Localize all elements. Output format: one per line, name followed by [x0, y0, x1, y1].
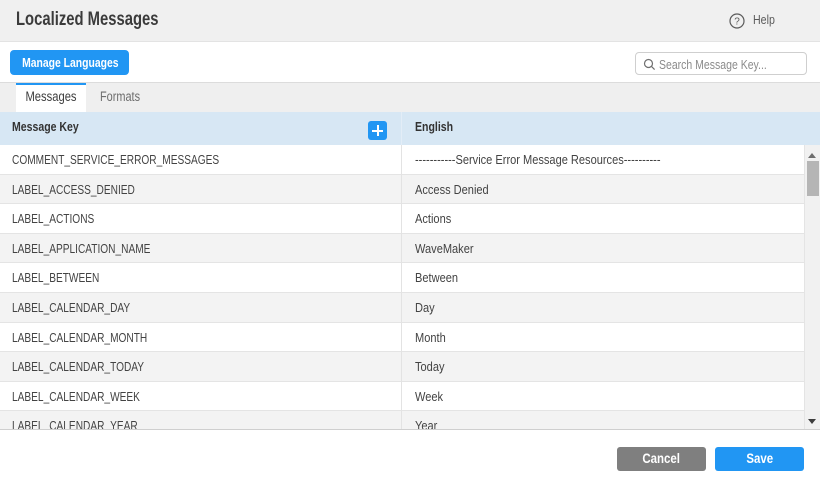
svg-text:?: ? [734, 17, 740, 28]
